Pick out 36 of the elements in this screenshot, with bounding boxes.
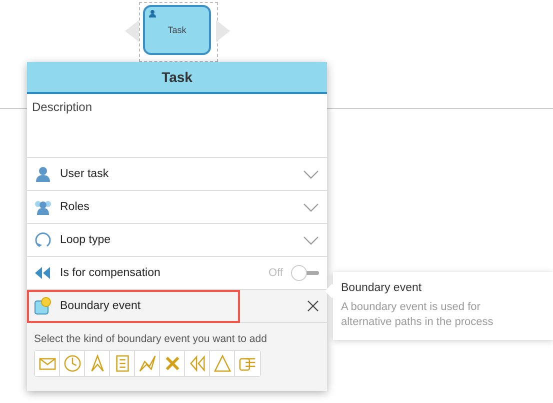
property-row[interactable]: Roles bbox=[27, 191, 327, 224]
tooltip-text: A boundary event is used for alternative paths in the process bbox=[341, 300, 494, 330]
row-label: User task bbox=[60, 168, 110, 180]
triangle-icon bbox=[212, 354, 232, 373]
property-row[interactable]: Loop type bbox=[27, 224, 327, 257]
row-label: Roles bbox=[60, 201, 90, 213]
row-label: Is for compensation bbox=[60, 267, 162, 279]
people-icon bbox=[34, 198, 52, 216]
hint-text: Select the kind of boundary event you want to add bbox=[34, 333, 268, 345]
user-icon bbox=[34, 165, 52, 183]
clock-icon bbox=[62, 354, 82, 373]
loop-icon bbox=[34, 231, 52, 249]
boundary-event-icon bbox=[34, 297, 52, 315]
chevron-down-icon[interactable] bbox=[303, 236, 319, 244]
property-row[interactable]: User task bbox=[27, 158, 327, 191]
toggle-switch[interactable] bbox=[291, 265, 319, 281]
chevron-down-icon[interactable] bbox=[303, 202, 319, 212]
panel-title: Task bbox=[27, 62, 327, 94]
row-label: Boundary event bbox=[60, 300, 142, 312]
toggle-state: Off bbox=[268, 267, 283, 279]
chevron-down-icon[interactable] bbox=[303, 170, 319, 178]
lightning-icon bbox=[138, 354, 156, 373]
rewind-icon bbox=[34, 264, 52, 282]
task-label: Task bbox=[168, 25, 186, 35]
user-icon bbox=[148, 9, 157, 18]
left-arrow-icon[interactable] bbox=[125, 20, 139, 42]
property-row[interactable]: Boundary event bbox=[27, 290, 327, 323]
event-type-button[interactable] bbox=[35, 351, 60, 376]
tooltip-title: Boundary event bbox=[341, 282, 423, 294]
property-row[interactable]: Is for compensation Off bbox=[27, 257, 327, 290]
close-icon[interactable] bbox=[307, 300, 319, 312]
task-node[interactable]: Task bbox=[143, 5, 211, 55]
rewind-icon bbox=[188, 354, 206, 373]
right-arrow-icon[interactable] bbox=[216, 20, 230, 42]
description-field[interactable]: Description bbox=[27, 94, 327, 158]
row-label: Loop type bbox=[60, 234, 112, 246]
